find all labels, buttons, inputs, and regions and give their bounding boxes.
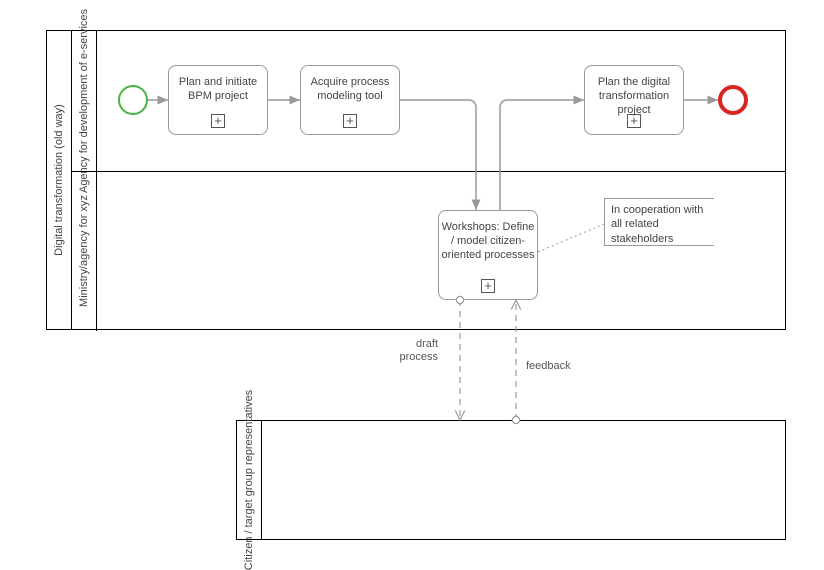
start-event (118, 85, 148, 115)
lane-title-cell-top: Agency for development of e-services (72, 31, 97, 171)
pool-title: Digital transformation (old way) (53, 104, 65, 256)
end-event (718, 85, 748, 115)
pool-citizen-reps: Citizen / target group representatives (236, 420, 786, 540)
expand-icon: + (481, 279, 495, 293)
task-label: Plan the digital transformation project (585, 76, 683, 117)
task-label: Workshops: Define / model citizen-orient… (439, 221, 537, 262)
expand-icon: + (211, 114, 225, 128)
pool2-title-cell: Citizen / target group representatives (237, 421, 262, 539)
annotation-text: In cooperation with all related stakehol… (611, 204, 703, 245)
task-plan-digital: Plan the digital transformation project … (584, 65, 684, 135)
task-acquire-tool: Acquire process modeling tool + (300, 65, 400, 135)
lane-title-top: Agency for development of e-services (78, 9, 90, 193)
lane-title-cell-bottom: Ministry/agency for xyz (72, 171, 97, 331)
lane-divider (72, 171, 785, 172)
label-draft-process: draft process (388, 338, 438, 364)
task-plan-bpm: Plan and initiate BPM project + (168, 65, 268, 135)
pool-title-cell: Digital transformation (old way) (47, 31, 72, 329)
task-label: Acquire process modeling tool (301, 76, 399, 104)
task-workshops: Workshops: Define / model citizen-orient… (438, 210, 538, 300)
pool2-title: Citizen / target group representatives (243, 390, 255, 570)
label-feedback: feedback (526, 360, 586, 373)
expand-icon: + (627, 114, 641, 128)
task-label: Plan and initiate BPM project (169, 76, 267, 104)
annotation-stakeholders: In cooperation with all related stakehol… (604, 198, 714, 246)
expand-icon: + (343, 114, 357, 128)
lane-title-bottom: Ministry/agency for xyz (78, 195, 90, 307)
